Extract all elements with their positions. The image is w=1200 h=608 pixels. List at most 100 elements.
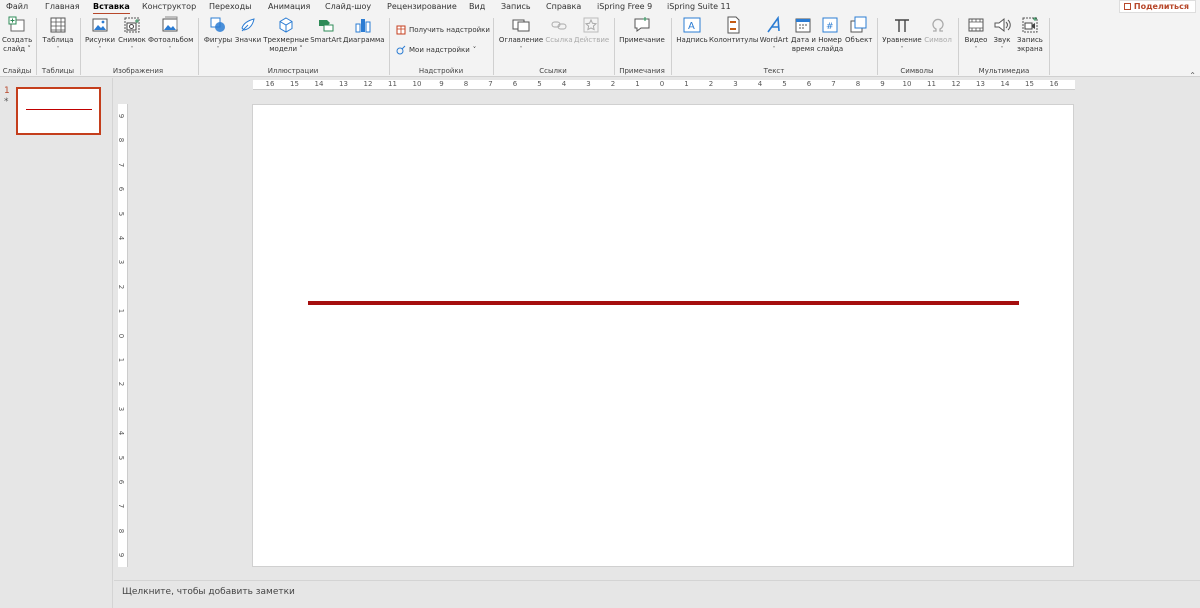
ribbon-divider [958, 18, 959, 75]
pictures-button[interactable]: Рисунки ˅ [84, 16, 116, 54]
toc-icon [512, 16, 530, 34]
ruler-tick-label: 1 [117, 357, 126, 363]
store-icon [396, 25, 406, 35]
tab-ispring-free[interactable]: iSpring Free 9 [597, 2, 652, 11]
tab-animations[interactable]: Анимация [268, 2, 310, 11]
ruler-tick-label: 12 [951, 80, 961, 88]
ruler-tick-label: 6 [806, 80, 812, 88]
picture-icon [91, 16, 109, 34]
smartart-icon [317, 16, 335, 34]
tab-view[interactable]: Вид [469, 2, 485, 11]
share-button[interactable]: Поделиться [1118, 0, 1196, 13]
photo-album-button[interactable]: Фотоальбом ˅ [148, 16, 193, 54]
ribbon-divider [877, 18, 878, 75]
comment-button[interactable]: Примечание [619, 16, 665, 45]
header-footer-button[interactable]: Колонтитулы [709, 16, 758, 45]
ruler-tick-label: 9 [439, 80, 444, 88]
ruler-tick-label: 4 [757, 80, 763, 88]
ruler-tick-label: 8 [117, 528, 126, 534]
video-button[interactable]: Видео ˅ [963, 16, 989, 54]
addins-icon [396, 45, 406, 55]
tab-review[interactable]: Рецензирование [387, 2, 457, 11]
share-label: Поделиться [1133, 2, 1189, 11]
wordart-button[interactable]: WordArt ˅ [758, 15, 790, 54]
screen-recording-button[interactable]: Запись экрана [1015, 16, 1045, 54]
ruler-tick-label: 4 [117, 235, 126, 241]
group-label-links: Ссылки [539, 67, 567, 75]
ruler-tick-label: 2 [117, 284, 126, 290]
icons-button[interactable]: Значки [234, 16, 262, 45]
new-slide-button[interactable]: Создать слайд ˅ [2, 16, 32, 54]
tab-ispring-suite[interactable]: iSpring Suite 11 [667, 2, 731, 11]
ruler-tick-label: 2 [708, 80, 714, 88]
equation-button[interactable]: Уравнение ˅ [882, 16, 922, 54]
screenshot-icon [123, 16, 141, 34]
symbol-button[interactable]: Символ [923, 16, 953, 45]
tab-file[interactable]: Файл [6, 2, 28, 11]
group-label-illustrations: Иллюстрации [267, 67, 319, 75]
ribbon: Создать слайд ˅ Слайды Таблица ˅ Таблицы… [0, 14, 1200, 80]
menu-bar: Файл Главная Вставка Конструктор Переход… [0, 0, 1200, 15]
ribbon-divider [36, 18, 37, 75]
link-button[interactable]: Ссылка [545, 16, 573, 45]
ruler-tick-label: 5 [117, 211, 126, 216]
ruler-tick-label: 11 [388, 80, 397, 88]
chart-button[interactable]: Диаграмма [343, 16, 385, 45]
table-button[interactable]: Таблица ˅ [41, 16, 75, 54]
tab-slideshow[interactable]: Слайд-шоу [325, 2, 371, 11]
share-icon [1123, 3, 1131, 10]
ruler-tick-label: 3 [586, 80, 591, 88]
ruler-tick-label: 4 [561, 80, 567, 88]
tab-insert[interactable]: Вставка [93, 2, 130, 15]
red-line-shape[interactable] [308, 301, 1019, 305]
thumbnail-number: 1 [4, 86, 10, 96]
ruler-tick-label: 14 [314, 80, 324, 88]
toc-button[interactable]: Оглавление ˅ [498, 16, 544, 54]
shapes-button[interactable]: Фигуры ˅ [203, 16, 233, 54]
collapse-ribbon-icon[interactable]: ⌃ [1189, 71, 1196, 80]
icons-icon [239, 16, 257, 34]
table-icon [49, 16, 67, 34]
slide-number-icon: # [821, 16, 839, 34]
slide-canvas[interactable] [252, 104, 1074, 567]
screenshot-button[interactable]: Снимок ˅ [117, 16, 147, 54]
get-addins-button[interactable]: Получить надстройки [396, 25, 490, 35]
ruler-tick-label: 9 [880, 80, 885, 88]
tab-help[interactable]: Справка [546, 2, 581, 11]
group-label-tables: Таблицы [41, 67, 75, 75]
slide-number-button[interactable]: # Номер слайда [816, 16, 844, 54]
ruler-tick-label: 12 [363, 80, 373, 88]
ruler-tick-label: 10 [902, 80, 912, 88]
textbox-button[interactable]: A Надпись [676, 16, 708, 45]
ribbon-divider [1049, 18, 1050, 75]
3d-models-button[interactable]: Трехмерные модели ˅ [263, 16, 309, 54]
ruler-tick-label: 11 [927, 80, 936, 88]
tab-design[interactable]: Конструктор [142, 2, 196, 11]
ruler-tick-label: 6 [117, 186, 126, 192]
my-addins-button[interactable]: Мои надстройки ˅ [396, 45, 476, 55]
smartart-button[interactable]: SmartArt [310, 16, 342, 45]
ruler-tick-label: 6 [512, 80, 518, 88]
omega-icon [929, 16, 947, 34]
group-label-media: Мультимедиа [978, 67, 1030, 75]
audio-button[interactable]: Звук ˅ [990, 16, 1014, 54]
ruler-tick-label: 2 [117, 382, 126, 387]
speaker-icon [993, 16, 1011, 34]
animation-star-icon: * [4, 97, 9, 107]
tab-transitions[interactable]: Переходы [209, 2, 251, 11]
group-label-text: Текст [763, 67, 785, 75]
ruler-tick-label: 7 [117, 504, 126, 509]
action-button[interactable]: Действие [574, 16, 609, 45]
slide-thumbnails-pane: 1 * [0, 78, 113, 608]
tab-record[interactable]: Запись [501, 2, 531, 11]
video-icon [967, 16, 985, 34]
ribbon-divider [198, 18, 199, 75]
notes-pane[interactable]: Щелкните, чтобы добавить заметки [114, 580, 1200, 608]
ruler-tick-label: 0 [117, 333, 126, 338]
object-button[interactable]: Объект [845, 16, 872, 45]
tab-home[interactable]: Главная [45, 2, 80, 11]
slide-thumbnail[interactable] [16, 87, 101, 135]
ruler-tick-label: 3 [117, 406, 126, 412]
date-time-button[interactable]: Дата и время [791, 16, 816, 54]
ruler-tick-label: 16 [1049, 80, 1059, 88]
